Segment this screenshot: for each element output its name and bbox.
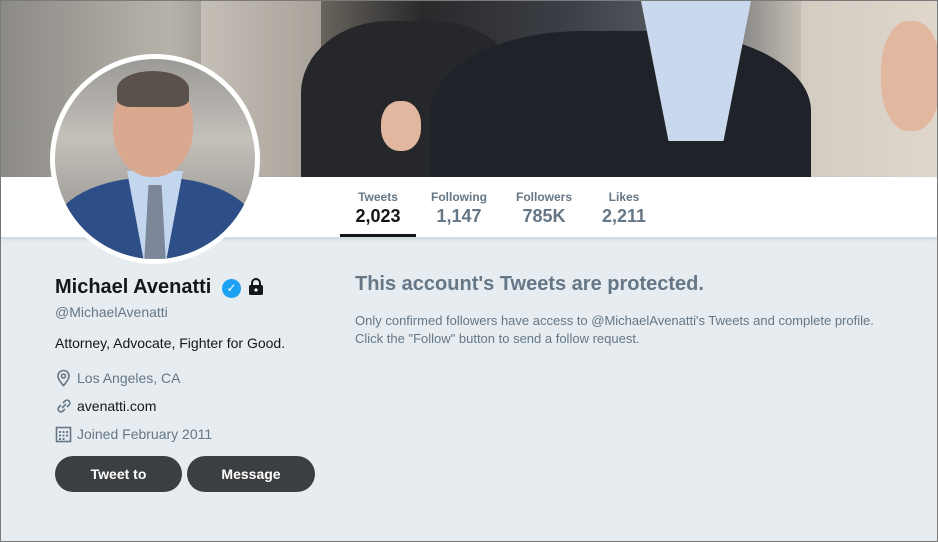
nav-following-count: 1,147: [436, 206, 482, 226]
nav-tweets-tab[interactable]: Tweets 2,023: [340, 177, 416, 237]
nav-likes-label: Likes: [608, 190, 640, 204]
profile-avatar[interactable]: [50, 54, 260, 264]
location-pin-icon: [57, 369, 70, 387]
profile-bio: Attorney, Advocate, Fighter for Good.: [55, 335, 286, 351]
joined-text: Joined February 2011: [77, 426, 213, 442]
nav-following-tab[interactable]: Following 1,147: [421, 177, 497, 237]
avatar-photo: [55, 59, 255, 259]
lock-icon: [249, 278, 263, 295]
message-button[interactable]: Message: [187, 456, 315, 492]
nav-tweets-count: 2,023: [355, 206, 401, 226]
nav-followers-count: 785K: [522, 206, 566, 226]
profile-name[interactable]: Michael Avenatti: [55, 276, 211, 299]
protected-notice-line-1: Only confirmed followers have access to …: [355, 313, 874, 328]
tweet-to-button[interactable]: Tweet to: [55, 456, 182, 492]
nav-followers-tab[interactable]: Followers 785K: [505, 177, 583, 237]
nav-likes-count: 2,211: [601, 206, 647, 226]
profile-handle[interactable]: @MichaelAvenatti: [55, 304, 168, 320]
protected-notice-line-2: Click the "Follow" button to send a foll…: [355, 331, 640, 346]
protected-notice-text: Only confirmed followers have access to …: [355, 312, 925, 348]
calendar-icon: [55, 426, 72, 443]
website-link[interactable]: avenatti.com: [77, 398, 156, 414]
verified-badge-icon: ✓: [222, 279, 241, 298]
nav-tweets-label: Tweets: [358, 190, 398, 204]
nav-followers-label: Followers: [515, 190, 572, 204]
location-text: Los Angeles, CA: [77, 370, 181, 386]
protected-notice-title: This account's Tweets are protected.: [355, 273, 704, 295]
nav-likes-tab[interactable]: Likes 2,211: [589, 177, 659, 237]
nav-following-label: Following: [431, 190, 487, 204]
link-icon: [57, 399, 71, 413]
